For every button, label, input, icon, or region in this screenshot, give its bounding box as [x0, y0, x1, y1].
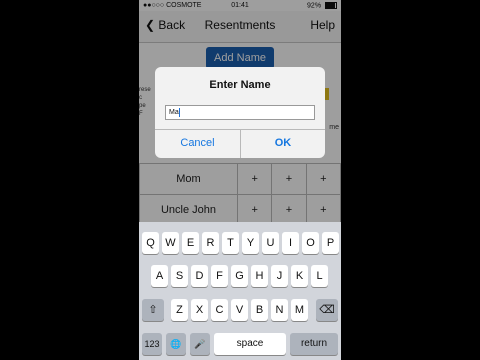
key-u[interactable]: U: [262, 232, 279, 254]
key-x[interactable]: X: [191, 299, 208, 321]
return-key[interactable]: return: [290, 333, 338, 355]
microphone-icon[interactable]: 🎤: [190, 333, 210, 355]
key-j[interactable]: J: [271, 265, 288, 287]
key-e[interactable]: E: [182, 232, 199, 254]
key-l[interactable]: L: [311, 265, 328, 287]
key-m[interactable]: M: [291, 299, 308, 321]
phone-screen: ●●○○○ COSMOTE 01:41 92% ❮ Back Resentmen…: [139, 0, 341, 360]
key-t[interactable]: T: [222, 232, 239, 254]
key-p[interactable]: P: [322, 232, 339, 254]
ok-button[interactable]: OK: [241, 129, 325, 158]
key-o[interactable]: O: [302, 232, 319, 254]
text-caret: [178, 107, 180, 117]
enter-name-dialog: Enter Name Ma Cancel OK: [155, 67, 325, 158]
key-y[interactable]: Y: [242, 232, 259, 254]
key-d[interactable]: D: [191, 265, 208, 287]
name-input[interactable]: Ma: [165, 105, 315, 120]
globe-icon[interactable]: 🌐: [166, 333, 186, 355]
key-f[interactable]: F: [211, 265, 228, 287]
onscreen-keyboard: Q W E R T Y U I O P A S D F G H J K L ⇧ …: [139, 222, 341, 360]
key-g[interactable]: G: [231, 265, 248, 287]
dialog-title: Enter Name: [209, 79, 271, 91]
space-key[interactable]: space: [214, 333, 286, 355]
key-z[interactable]: Z: [171, 299, 188, 321]
key-a[interactable]: A: [151, 265, 168, 287]
key-s[interactable]: S: [171, 265, 188, 287]
shift-key[interactable]: ⇧: [142, 299, 164, 321]
key-h[interactable]: H: [251, 265, 268, 287]
numbers-key[interactable]: 123: [142, 333, 162, 355]
key-q[interactable]: Q: [142, 232, 159, 254]
key-r[interactable]: R: [202, 232, 219, 254]
key-n[interactable]: N: [271, 299, 288, 321]
key-w[interactable]: W: [162, 232, 179, 254]
name-input-value: Ma: [169, 109, 179, 116]
key-c[interactable]: C: [211, 299, 228, 321]
key-i[interactable]: I: [282, 232, 299, 254]
delete-key[interactable]: ⌫: [316, 299, 338, 321]
key-k[interactable]: K: [291, 265, 308, 287]
key-b[interactable]: B: [251, 299, 268, 321]
key-v[interactable]: V: [231, 299, 248, 321]
cancel-button[interactable]: Cancel: [155, 129, 240, 158]
